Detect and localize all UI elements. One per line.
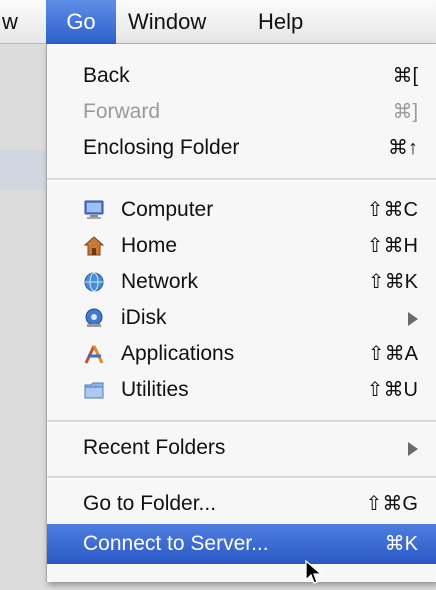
home-icon bbox=[83, 236, 105, 256]
idisk-icon bbox=[85, 308, 103, 327]
menubar-item-view-partial[interactable]: w bbox=[0, 0, 48, 44]
menu-item-label: Recent Folders bbox=[83, 436, 226, 459]
submenu-arrow-icon bbox=[408, 312, 418, 326]
menu-item-connect-to-server[interactable]: Connect to Server... ⌘K bbox=[47, 524, 436, 564]
menu-item-shortcut: ⇧⌘G bbox=[365, 493, 418, 515]
menu-item-label: Go to Folder... bbox=[83, 492, 217, 515]
menu-item-shortcut: ⇧⌘K bbox=[367, 271, 418, 293]
menu-separator bbox=[47, 420, 436, 423]
menubar-item-go[interactable]: Go bbox=[46, 0, 116, 44]
menu-item-home[interactable]: Home ⇧⌘H bbox=[47, 226, 436, 266]
menubar-item-help[interactable]: Help bbox=[258, 0, 303, 44]
menu-item-recent-folders[interactable]: Recent Folders bbox=[47, 428, 436, 468]
menu-item-network[interactable]: Network ⇧⌘K bbox=[47, 262, 436, 302]
menu-item-label: Network bbox=[121, 270, 199, 293]
menu-item-label: Computer bbox=[121, 198, 214, 221]
menu-item-label: iDisk bbox=[121, 306, 167, 329]
menu-item-shortcut: ⌘K bbox=[384, 533, 418, 555]
menubar-item-window[interactable]: Window bbox=[128, 0, 206, 44]
applications-icon bbox=[84, 345, 104, 364]
menu-item-forward: Forward ⌘] bbox=[47, 92, 436, 132]
menu-item-label: Back bbox=[83, 64, 130, 87]
go-menu: Back ⌘[ Forward ⌘] Enclosing Folder ⌘↑ C… bbox=[46, 44, 436, 582]
network-icon bbox=[84, 272, 104, 292]
menu-separator bbox=[47, 476, 436, 479]
menu-item-shortcut: ⌘] bbox=[392, 101, 418, 123]
menu-bar: w Go Window Help bbox=[0, 0, 436, 44]
menu-item-shortcut: ⇧⌘C bbox=[366, 199, 418, 221]
menu-separator bbox=[47, 178, 436, 181]
menu-item-go-to-folder[interactable]: Go to Folder... ⇧⌘G bbox=[47, 484, 436, 524]
menu-item-label: Applications bbox=[121, 342, 235, 365]
menu-item-shortcut: ⌘[ bbox=[392, 65, 418, 87]
menu-item-utilities[interactable]: Utilities ⇧⌘U bbox=[47, 370, 436, 410]
menu-item-applications[interactable]: Applications ⇧⌘A bbox=[47, 334, 436, 374]
menu-item-label: Enclosing Folder bbox=[83, 136, 240, 159]
menu-item-enclosing-folder[interactable]: Enclosing Folder ⌘↑ bbox=[47, 128, 436, 168]
utilities-folder-icon bbox=[84, 382, 104, 399]
menu-item-label: Forward bbox=[83, 100, 161, 123]
menu-item-shortcut: ⇧⌘A bbox=[367, 343, 418, 365]
menu-item-back[interactable]: Back ⌘[ bbox=[47, 56, 436, 96]
menu-item-label: Home bbox=[121, 234, 178, 257]
menu-item-shortcut: ⌘↑ bbox=[388, 137, 418, 159]
menu-item-idisk[interactable]: iDisk bbox=[47, 298, 436, 338]
menu-item-computer[interactable]: Computer ⇧⌘C bbox=[47, 190, 436, 230]
mouse-cursor-icon bbox=[305, 560, 323, 584]
submenu-arrow-icon bbox=[408, 442, 418, 456]
computer-icon bbox=[84, 200, 104, 219]
menu-item-label: Utilities bbox=[121, 378, 189, 401]
menu-item-shortcut: ⇧⌘H bbox=[366, 235, 418, 257]
menu-item-label: Connect to Server... bbox=[83, 532, 269, 555]
menu-item-shortcut: ⇧⌘U bbox=[366, 379, 418, 401]
